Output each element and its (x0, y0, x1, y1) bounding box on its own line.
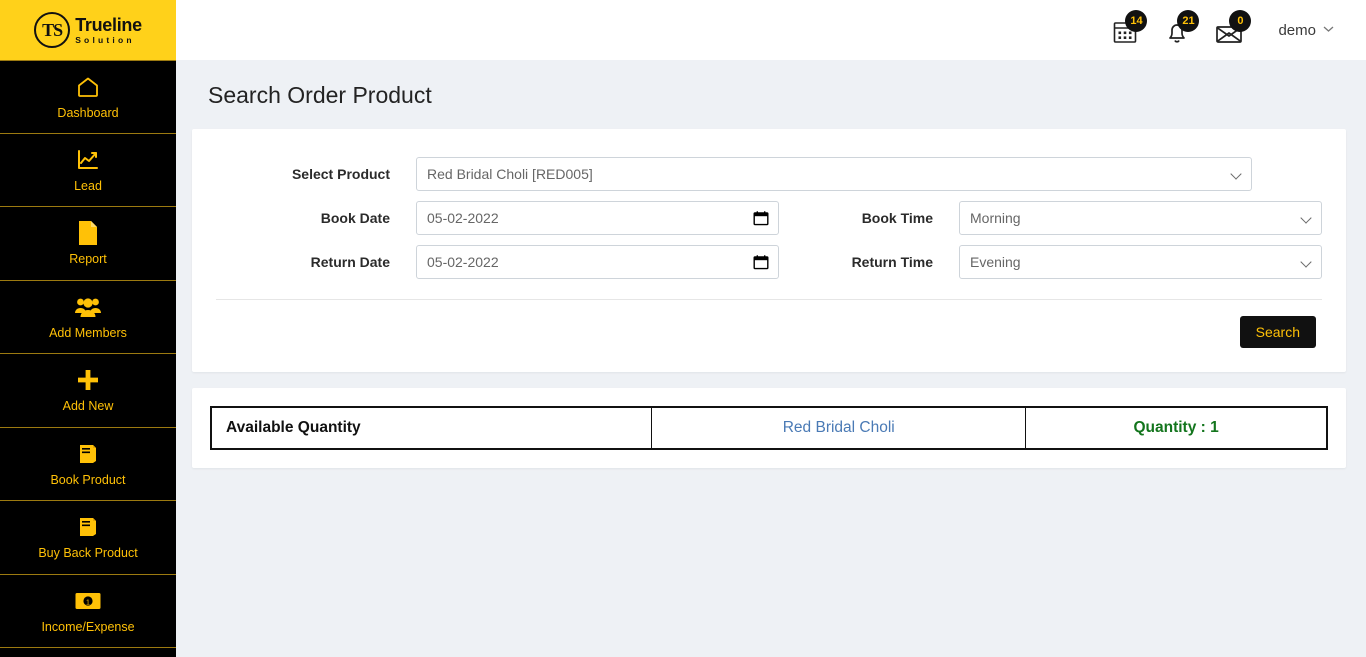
bell-badge-count: 21 (1177, 10, 1200, 32)
select-product-dropdown[interactable]: Red Bridal Choli [RED005] (416, 157, 1252, 191)
search-form: Select Product Red Bridal Choli [RED005]… (216, 157, 1322, 279)
form-actions: Search (216, 300, 1322, 348)
sidebar-item-add-members[interactable]: Add Members (0, 280, 176, 354)
select-product-field: Red Bridal Choli [RED005] (416, 157, 1322, 191)
availability-table: Available Quantity Red Bridal Choli Quan… (210, 406, 1328, 450)
book-time-label: Book Time (861, 210, 933, 226)
sidebar-item-income-expense[interactable]: 1 Income/Expense (0, 574, 176, 648)
message-notification-button[interactable]: 0 (1214, 10, 1252, 45)
sidebar-item-label: Add Members (49, 325, 127, 340)
book-date-label: Book Date (320, 210, 390, 226)
search-form-card: Select Product Red Bridal Choli [RED005]… (192, 129, 1346, 372)
result-product-name: Red Bridal Choli (651, 406, 1027, 450)
sidebar-nav: Dashboard Lead Report Add Members Add Ne… (0, 60, 176, 657)
sidebar-item-label: Dashboard (57, 105, 119, 120)
select-product-label: Select Product (291, 166, 390, 182)
user-menu-label: demo (1278, 21, 1316, 39)
brand-logo[interactable]: TS Trueline Solution (0, 0, 176, 60)
available-quantity-label: Available Quantity (210, 406, 653, 450)
results-card: Available Quantity Red Bridal Choli Quan… (192, 388, 1346, 468)
bell-notification-button[interactable]: 21 (1162, 10, 1200, 45)
document-icon (75, 220, 101, 246)
return-date-input[interactable] (416, 245, 779, 279)
sidebar-item-add-new[interactable]: Add New (0, 354, 176, 428)
logo-monogram-icon: TS (34, 12, 71, 48)
app-root: TS Trueline Solution Dashboard Lead Repo… (0, 0, 1366, 657)
chevron-down-icon (1323, 24, 1334, 36)
sidebar-item-report[interactable]: Report (0, 207, 176, 281)
sidebar-item-buy-back-product[interactable]: Buy Back Product (0, 501, 176, 575)
return-time-dropdown[interactable]: Evening (959, 245, 1322, 279)
result-quantity: Quantity : 1 (1025, 406, 1328, 450)
sidebar-item-label: Income/Expense (41, 619, 135, 634)
sidebar: TS Trueline Solution Dashboard Lead Repo… (0, 0, 176, 657)
sidebar-item-label: Add New (62, 399, 114, 414)
table-row: Available Quantity Red Bridal Choli Quan… (210, 406, 1328, 450)
return-time-label: Return Time (851, 254, 933, 270)
return-time-field: Evening (959, 245, 1322, 279)
plus-icon (75, 367, 101, 393)
home-icon (75, 74, 101, 100)
sidebar-item-label: Report (69, 252, 107, 267)
book-icon (75, 441, 101, 467)
return-date-label: Return Date (310, 254, 390, 270)
sidebar-item-dashboard[interactable]: Dashboard (0, 60, 176, 134)
main-area: 14 21 0 demo Search Order Product Select… (176, 0, 1366, 657)
book-icon (75, 514, 101, 540)
svg-text:1: 1 (86, 599, 90, 606)
sidebar-item-book-product[interactable]: Book Product (0, 427, 176, 501)
page-title: Search Order Product (208, 82, 432, 108)
book-time-dropdown[interactable]: Morning (959, 201, 1322, 235)
sidebar-item-label: Book Product (50, 472, 126, 487)
user-menu[interactable]: demo (1278, 22, 1334, 39)
calendar-badge-count: 14 (1125, 10, 1148, 32)
users-icon (75, 294, 101, 320)
message-badge-count: 0 (1229, 10, 1252, 32)
brand-subtitle: Solution (75, 34, 135, 45)
calendar-notification-button[interactable]: 14 (1110, 10, 1148, 45)
book-date-input[interactable] (416, 201, 779, 235)
return-date-field (416, 245, 779, 279)
book-date-field (416, 201, 779, 235)
sidebar-item-label: Lead (74, 178, 102, 193)
sidebar-item-lead[interactable]: Lead (0, 133, 176, 207)
topbar: 14 21 0 demo (176, 0, 1366, 60)
content-area: Search Order Product Select Product Red … (176, 60, 1366, 657)
search-button[interactable]: Search (1239, 316, 1316, 348)
chart-line-icon (75, 147, 101, 173)
brand-title: Trueline (75, 14, 142, 35)
book-time-field: Morning (959, 201, 1322, 235)
money-icon: 1 (75, 588, 101, 614)
sidebar-item-label: Buy Back Product (38, 546, 138, 561)
